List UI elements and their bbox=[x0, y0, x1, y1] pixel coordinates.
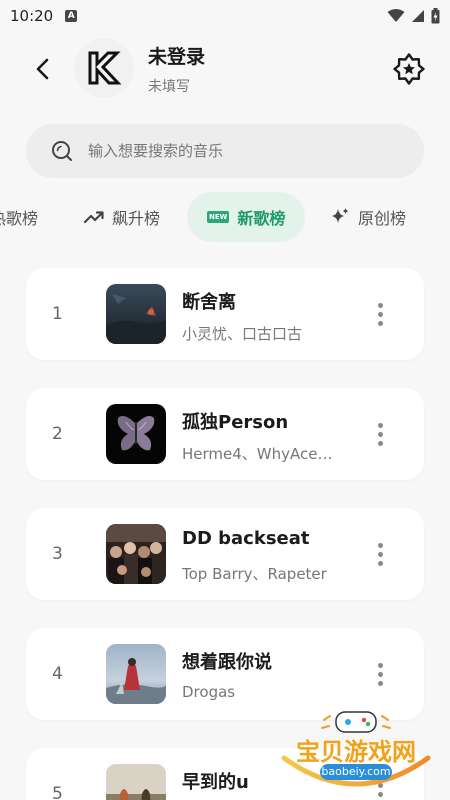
song-rank: 4 bbox=[52, 664, 63, 684]
album-cover bbox=[106, 764, 166, 800]
search-bar[interactable] bbox=[26, 124, 424, 178]
song-rank: 5 bbox=[52, 784, 63, 800]
battery-icon bbox=[431, 8, 440, 24]
song-title: 孤独Person bbox=[182, 412, 289, 433]
avatar[interactable] bbox=[74, 38, 134, 98]
album-cover bbox=[106, 284, 166, 344]
favorites-button[interactable] bbox=[390, 50, 428, 88]
song-title: DD backseat bbox=[182, 528, 310, 549]
notification-icon: A bbox=[65, 10, 78, 22]
watermark-logo: 宝贝游戏网 baobeiy.com bbox=[276, 700, 436, 796]
song-title: 想着跟你说 bbox=[182, 652, 272, 673]
tab-original[interactable]: 原创榜 bbox=[330, 192, 406, 242]
tab-new[interactable]: NEW 新歌榜 bbox=[187, 192, 306, 242]
header: 未登录 未填写 bbox=[0, 36, 450, 102]
more-options-icon[interactable] bbox=[370, 298, 390, 330]
tab-label: 热歌榜 bbox=[0, 209, 39, 228]
back-button[interactable] bbox=[28, 54, 58, 84]
more-options-icon[interactable] bbox=[370, 538, 390, 570]
song-rank: 3 bbox=[52, 544, 63, 564]
chevron-left-icon bbox=[36, 58, 49, 80]
status-time: 10:20 bbox=[10, 7, 54, 25]
album-cover bbox=[106, 404, 166, 464]
wifi-icon bbox=[387, 9, 405, 22]
chart-tabs: 热歌榜 飙升榜 NEW 新歌榜 原创榜 bbox=[0, 190, 450, 246]
song-artist: Herme4、WhyAce… bbox=[182, 445, 333, 463]
song-rank: 1 bbox=[52, 304, 63, 324]
sparkle-icon bbox=[330, 207, 350, 227]
song-title: 断舍离 bbox=[182, 292, 236, 313]
song-item[interactable]: 3 DD backseat Top Barry、Rapeter bbox=[26, 508, 424, 600]
watermark-title: 宝贝游戏网 bbox=[296, 738, 416, 766]
watermark-url: baobeiy.com bbox=[320, 764, 392, 780]
app-logo-icon bbox=[88, 51, 122, 85]
tab-rising[interactable]: 飙升榜 bbox=[84, 192, 160, 242]
album-cover bbox=[106, 644, 166, 704]
song-rank: 2 bbox=[52, 424, 63, 444]
search-icon bbox=[52, 141, 72, 161]
song-artist: Drogas bbox=[182, 683, 236, 701]
more-options-icon[interactable] bbox=[370, 418, 390, 450]
song-artist: Top Barry、Rapeter bbox=[182, 565, 327, 583]
new-badge-icon: NEW bbox=[207, 211, 230, 223]
star-badge-icon bbox=[393, 53, 425, 85]
more-options-icon[interactable] bbox=[370, 658, 390, 690]
song-artist: 小灵忧、口古口古 bbox=[182, 325, 303, 343]
song-item[interactable]: 1 断舍离 小灵忧、口古口古 bbox=[26, 268, 424, 360]
tab-hot[interactable]: 热歌榜 bbox=[0, 192, 38, 242]
song-item[interactable]: 2 孤独Person Herme4、WhyAce… bbox=[26, 388, 424, 480]
signal-icon bbox=[412, 10, 424, 22]
user-name[interactable]: 未登录 bbox=[148, 42, 205, 69]
tab-label: 原创榜 bbox=[358, 209, 407, 228]
status-icons bbox=[387, 8, 440, 24]
album-cover bbox=[106, 524, 166, 584]
user-subtitle: 未填写 bbox=[148, 79, 190, 95]
tab-label: 飙升榜 bbox=[112, 209, 161, 228]
trending-up-icon bbox=[84, 210, 104, 224]
tab-label: 新歌榜 bbox=[237, 209, 286, 228]
song-title: 早到的u bbox=[182, 772, 249, 793]
status-bar: 10:20 A bbox=[0, 0, 450, 32]
search-input[interactable] bbox=[88, 142, 388, 160]
